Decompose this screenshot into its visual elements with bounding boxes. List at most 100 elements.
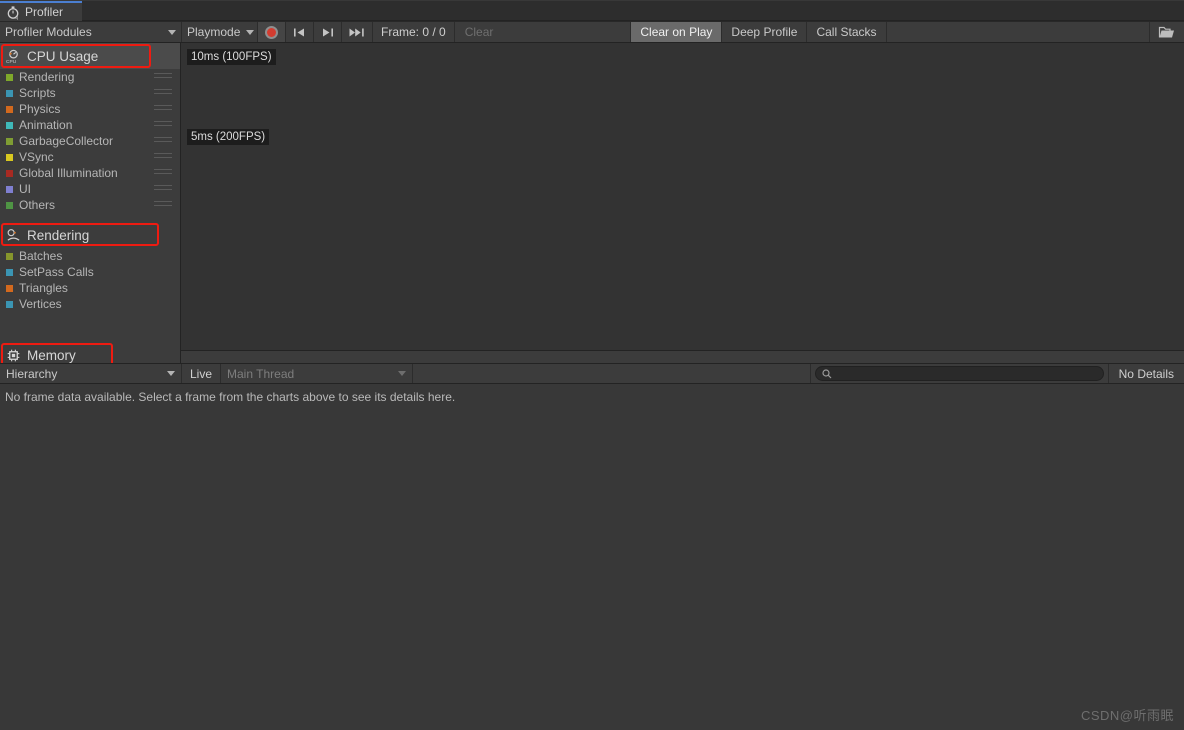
call-stacks-toggle[interactable]: Call Stacks [807,22,887,42]
drag-handle-icon[interactable] [154,137,172,145]
profiler-window: q Profiler Profiler Modules Playmode Fra… [0,0,1184,730]
counter-row[interactable]: Scripts [0,85,180,101]
counter-label: Physics [19,102,61,116]
counter-swatch [6,105,13,113]
details-pane: No frame data available. Select a frame … [0,384,1184,410]
counter-row[interactable]: Vertices [0,296,180,312]
cpu-grid-label-10ms: 10ms (100FPS) [187,49,276,66]
first-frame-icon [294,28,304,36]
counter-label: Batches [19,249,63,263]
counter-row[interactable]: Batches [0,248,180,264]
counter-row[interactable]: Global Illumination [0,165,180,181]
watermark: CSDN@听雨眠 [1080,708,1174,723]
drag-handle-icon[interactable] [154,89,172,97]
module-name: Rendering [27,227,90,243]
module-header-rendering[interactable]: Rendering [0,222,180,248]
drag-handle-icon[interactable] [154,121,172,129]
view-mode-dropdown[interactable]: Hierarchy [0,364,182,383]
drag-handle-icon[interactable] [154,185,172,193]
details-toolbar-spacer [413,364,811,383]
cpu-icon: CPU [6,49,18,64]
counter-row[interactable]: SetPass Calls [0,264,180,280]
cpu-grid-label-5ms: 5ms (200FPS) [187,129,270,146]
next-frame-button[interactable] [314,22,342,42]
rendering-icon [7,228,20,241]
counter-swatch [6,185,13,193]
counter-row[interactable]: Rendering [0,69,180,85]
next-frame-icon [323,28,333,36]
search-input[interactable] [814,366,1104,381]
last-frame-button[interactable] [342,22,373,42]
svg-text:CPU: CPU [6,59,17,64]
counter-swatch [6,201,13,209]
memory-chip-icon [7,349,20,361]
playmode-label: Playmode [187,25,241,39]
load-profile-icon [1158,26,1174,37]
thread-label: Main Thread [227,366,295,381]
live-button[interactable]: Live [182,364,222,383]
clear-on-play-toggle[interactable]: Clear on Play [631,22,723,42]
search-icon [822,368,832,378]
record-button[interactable] [258,22,286,42]
counter-row[interactable]: GarbageCollector [0,133,180,149]
drag-handle-icon[interactable] [154,105,172,113]
counter-swatch [6,73,13,81]
clear-button[interactable]: Clear [455,22,504,42]
thread-dropdown[interactable]: Main Thread [221,364,414,383]
details-pane-empty-area [0,410,1184,730]
counter-row[interactable]: Others [0,197,180,213]
profiler-modules-dropdown[interactable]: Profiler Modules [0,22,182,42]
chevron-down-icon [168,29,176,35]
drag-handle-icon[interactable] [154,73,172,81]
view-mode-label: Hierarchy [6,366,58,381]
frame-counter-label: Frame: 0 / 0 [381,25,446,39]
details-toolbar: Hierarchy Live Main Thread No Details [0,363,1184,384]
svg-text:q: q [15,15,18,20]
chevron-down-icon [398,371,407,376]
drag-handle-icon[interactable] [154,201,172,209]
last-frame-icon [349,28,364,36]
counter-label: Scripts [19,86,56,100]
chevron-down-icon [167,371,175,376]
drag-handle-icon[interactable] [154,169,172,177]
profiler-body: CPU CPU Usage Rendering Scripts Physics [0,43,1184,363]
clear-on-play-label: Clear on Play [640,25,713,39]
drag-handle-icon[interactable] [154,153,172,161]
counter-label: UI [19,182,31,196]
counter-swatch [6,169,13,177]
clear-label: Clear [464,25,494,39]
module-name: CPU Usage [27,48,99,64]
rendering-chart[interactable] [181,217,1184,351]
module-header-memory[interactable]: Memory [0,342,180,363]
cpu-usage-chart[interactable]: 10ms (100FPS) 5ms (200FPS) [181,43,1184,217]
stopwatch-icon: q [7,5,19,20]
playmode-dropdown[interactable]: Playmode [182,22,258,42]
counter-label: Triangles [19,281,68,295]
deep-profile-toggle[interactable]: Deep Profile [722,22,808,42]
counter-swatch [6,137,13,145]
toolbar-spacer-right [886,22,1150,42]
live-label: Live [190,366,213,381]
window-tab-bar: q Profiler [0,0,1184,21]
counter-swatch [6,268,13,276]
counter-label: Rendering [19,70,75,84]
search-field-container[interactable] [811,364,1109,383]
chevron-down-icon [246,29,255,35]
details-panel-label[interactable]: No Details [1109,364,1184,383]
tab-bar-filler [82,1,1184,21]
counter-label: SetPass Calls [19,265,94,279]
counter-row[interactable]: Physics [0,101,180,117]
tab-profiler[interactable]: q Profiler [0,1,82,21]
module-list[interactable]: CPU CPU Usage Rendering Scripts Physics [0,43,181,363]
counter-row[interactable]: VSync [0,149,180,165]
record-icon [265,25,278,39]
first-frame-button[interactable] [286,22,314,42]
toolbar-spacer-left [503,22,632,42]
memory-chart[interactable] [181,351,1184,363]
counter-row[interactable]: Animation [0,117,180,133]
counter-row[interactable]: UI [0,181,180,197]
module-header-cpu-usage[interactable]: CPU CPU Usage [0,43,180,69]
counter-row[interactable]: Triangles [0,280,180,296]
no-frame-data-message: No frame data available. Select a frame … [5,390,456,404]
load-profile-button[interactable] [1150,22,1184,42]
